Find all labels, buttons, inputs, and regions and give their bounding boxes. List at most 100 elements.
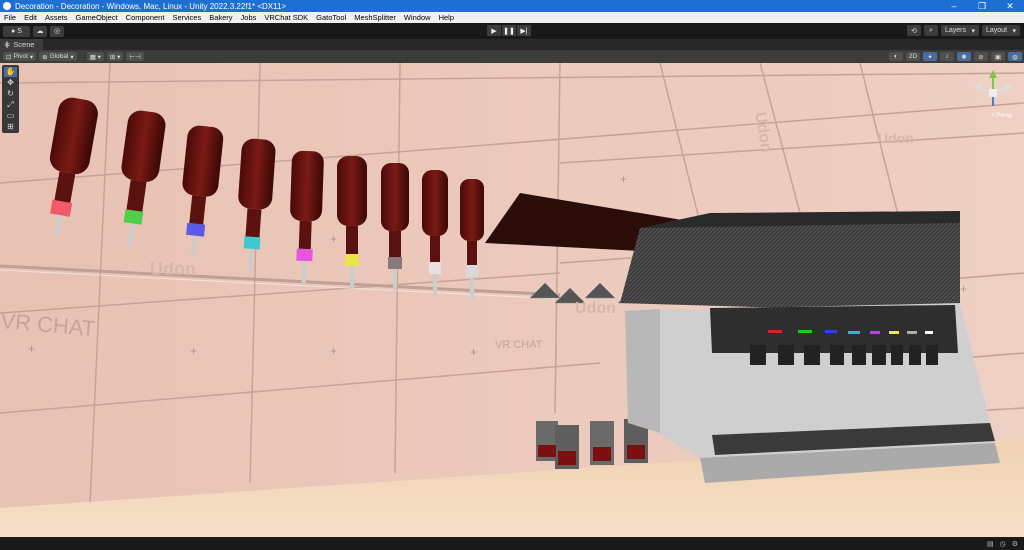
audio-icon: ♪ xyxy=(945,53,949,60)
progress-icon[interactable]: ◷ xyxy=(1000,540,1006,548)
rect-icon: ▭ xyxy=(6,110,15,120)
svg-text:+: + xyxy=(190,344,197,358)
scale-tool-button[interactable]: ⤢ xyxy=(4,100,17,110)
svg-text:+: + xyxy=(330,232,337,246)
wall-text-udon-1: Udon xyxy=(150,259,196,279)
pivot-icon: ⊡ xyxy=(6,53,12,61)
window-title: Decoration - Decoration - Windows, Mac, … xyxy=(15,1,287,11)
eye-off-icon: ⊘ xyxy=(978,53,984,61)
lighting-toggle[interactable]: ✦ xyxy=(923,52,937,61)
layout-label: Layout xyxy=(986,27,1008,34)
svg-text:+: + xyxy=(960,282,967,296)
hidden-objects-toggle[interactable]: ⊘ xyxy=(974,52,988,61)
history-icon: ⟲ xyxy=(911,27,917,35)
pivot-label: Pivot xyxy=(13,53,28,60)
menu-vrchat-sdk[interactable]: VRChat SDK xyxy=(260,13,312,22)
menu-window[interactable]: Window xyxy=(400,13,435,22)
snap-icon: ⊞ ▾ xyxy=(109,53,121,61)
menu-gameobject[interactable]: GameObject xyxy=(72,13,122,22)
unity-logo-icon xyxy=(3,2,11,10)
step-button[interactable]: ▶| xyxy=(517,25,531,36)
window-titlebar: Decoration - Decoration - Windows, Mac, … xyxy=(0,0,1024,12)
shading-icon: ◐ xyxy=(894,53,898,60)
globe-icon: ⊕ xyxy=(42,53,48,61)
wall-text-vrchat-2: VR CHAT xyxy=(495,339,543,351)
menu-bakery[interactable]: Bakery xyxy=(205,13,236,22)
grid-button[interactable]: ▦ ▾ xyxy=(86,52,104,61)
layers-label: Layers xyxy=(945,27,967,34)
rect-tool-button[interactable]: ▭ xyxy=(4,111,17,121)
snap-button[interactable]: ⊞ ▾ xyxy=(106,52,124,61)
scene-toolbar: ⊡ Pivot ▾ ⊕ Global ▾ ▦ ▾ ⊞ ▾ ⊢⊣ ◐ 2D ✦ ♪… xyxy=(0,50,1024,63)
chevron-down-icon: ▾ xyxy=(70,53,74,61)
gizmo-x-cone[interactable] xyxy=(974,84,982,92)
pause-button[interactable]: ❚❚ xyxy=(502,25,516,36)
gizmo-z-cone[interactable] xyxy=(1004,84,1012,92)
chevron-down-icon: ▾ xyxy=(971,27,975,35)
hand-tool-button[interactable]: ✋ xyxy=(4,66,17,77)
tool-palette: ✋ ✥ ↻ ⤢ ▭ ⊞ xyxy=(2,65,19,133)
gizmo-y-cone[interactable] xyxy=(989,70,997,78)
gizmo-projection-label[interactable]: < Persp xyxy=(991,113,1012,119)
chevron-down-icon: ▾ xyxy=(29,53,34,61)
effects-icon: ✺ xyxy=(961,53,967,61)
move-icon: ✥ xyxy=(7,77,14,87)
camera-settings-button[interactable]: ▣ xyxy=(991,52,1005,61)
menu-services[interactable]: Services xyxy=(168,13,205,22)
orientation-gizmo[interactable] xyxy=(968,66,1018,120)
account-button[interactable]: ● S xyxy=(3,25,30,37)
layers-dropdown[interactable]: Layers ▾ xyxy=(941,25,979,36)
rotate-tool-button[interactable]: ↻ xyxy=(4,89,17,99)
ruler-icon: ⊢⊣ xyxy=(129,53,141,61)
transform-tool-button[interactable]: ⊞ xyxy=(4,122,17,132)
history-button[interactable]: ⟲ xyxy=(907,25,921,36)
audio-toggle[interactable]: ♪ xyxy=(940,52,954,61)
gizmo-center-cube[interactable] xyxy=(989,89,997,97)
minimize-button[interactable]: – xyxy=(940,0,968,12)
status-bar: ▤ ◷ ⚙ xyxy=(0,537,1024,550)
search-button[interactable]: ⌕ xyxy=(924,25,938,36)
rotate-icon: ↻ xyxy=(7,88,14,98)
scene-viewport[interactable]: + + + + + + + + + xyxy=(0,63,1024,537)
camera-icon: ▣ xyxy=(994,53,1002,61)
play-button[interactable]: ▶ xyxy=(487,25,501,36)
tab-scene[interactable]: ⋕ Scene xyxy=(0,39,43,50)
console-icon[interactable]: ▤ xyxy=(987,540,994,548)
pivot-toggle[interactable]: ⊡ Pivot ▾ xyxy=(3,52,37,61)
account-label: S xyxy=(17,27,22,35)
menu-gatotool[interactable]: GatoTool xyxy=(312,13,350,22)
close-button[interactable]: ✕ xyxy=(996,0,1024,12)
chevron-down-icon: ▾ xyxy=(1012,27,1016,35)
menu-edit[interactable]: Edit xyxy=(20,13,41,22)
cloud-button[interactable]: ☁ xyxy=(33,25,47,37)
menu-file[interactable]: File xyxy=(0,13,20,22)
cloud-icon: ☁ xyxy=(36,28,44,35)
increment-snap-button[interactable]: ⊢⊣ xyxy=(126,52,144,61)
menu-meshsplitter[interactable]: MeshSplitter xyxy=(350,13,400,22)
menu-jobs[interactable]: Jobs xyxy=(237,13,261,22)
gizmos-toggle[interactable]: ◍ xyxy=(1008,52,1022,61)
layout-dropdown[interactable]: Layout ▾ xyxy=(982,25,1020,36)
settings-icon[interactable]: ⚙ xyxy=(1012,540,1018,548)
global-toggle[interactable]: ⊕ Global ▾ xyxy=(39,52,77,61)
pause-icon: ❚❚ xyxy=(503,27,515,35)
collab-button[interactable]: ◎ xyxy=(50,25,64,37)
draw-mode-button[interactable]: ◐ xyxy=(889,52,903,61)
mode-2d-button[interactable]: 2D xyxy=(906,52,920,61)
svg-text:+: + xyxy=(330,344,337,358)
grid-icon: ▦ ▾ xyxy=(89,53,101,61)
menu-component[interactable]: Component xyxy=(122,13,169,22)
collab-icon: ◎ xyxy=(53,28,61,35)
menu-help[interactable]: Help xyxy=(435,13,458,22)
svg-text:+: + xyxy=(620,172,627,186)
hand-icon: ✋ xyxy=(5,66,16,76)
account-icon: ● xyxy=(11,27,16,35)
menu-assets[interactable]: Assets xyxy=(41,13,72,22)
move-tool-button[interactable]: ✥ xyxy=(4,78,17,88)
effects-toggle[interactable]: ✺ xyxy=(957,52,971,61)
maximize-button[interactable]: ❐ xyxy=(968,0,996,12)
light-icon: ✦ xyxy=(927,53,933,61)
toolbar-right: ⟲ ⌕ Layers ▾ Layout ▾ xyxy=(904,25,1020,36)
scale-icon: ⤢ xyxy=(7,99,14,109)
scene-tab-label: Scene xyxy=(13,40,35,49)
